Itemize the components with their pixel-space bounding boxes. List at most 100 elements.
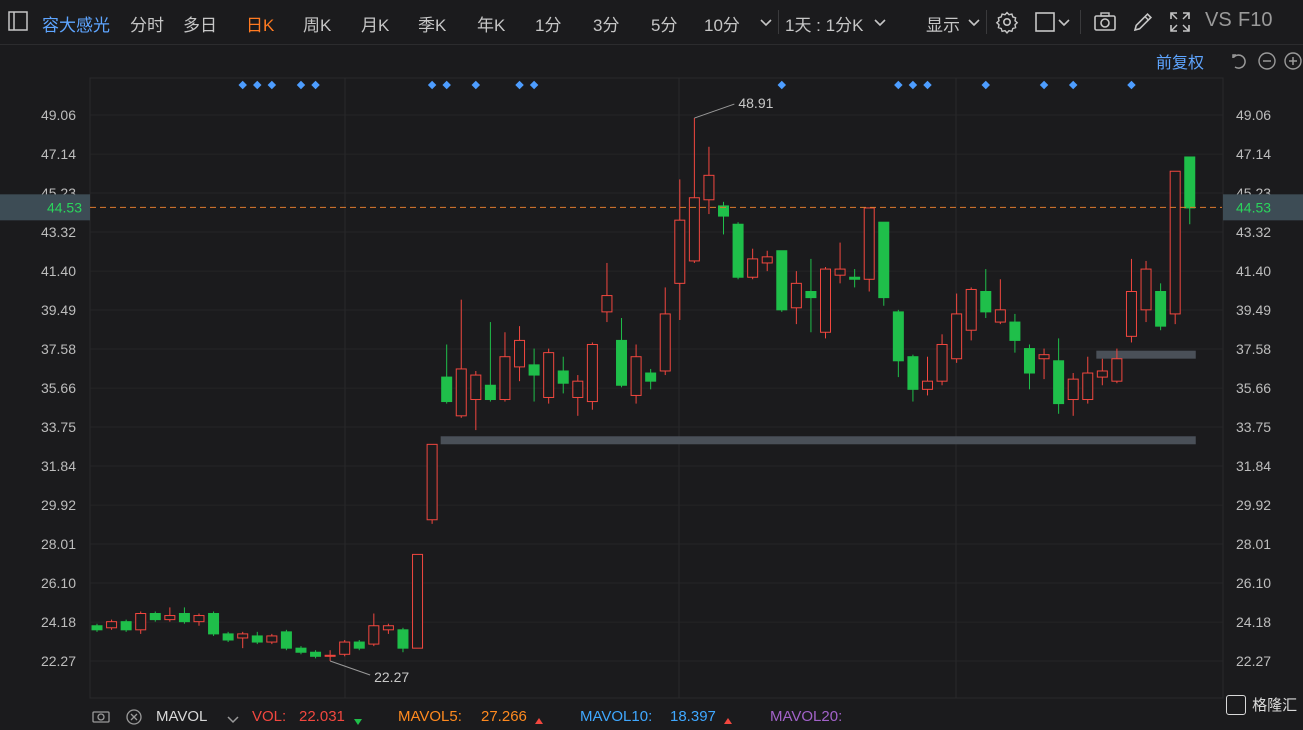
price-tick: 43.32 <box>1236 224 1271 240</box>
mavol5-label: MAVOL5: <box>398 708 462 725</box>
event-marker[interactable] <box>238 80 247 90</box>
display-menu[interactable]: 显示 <box>926 11 960 36</box>
candle <box>863 207 875 292</box>
tab-quarterly-k[interactable]: 季K <box>418 11 446 36</box>
undo-icon[interactable] <box>1229 51 1249 71</box>
event-marker[interactable] <box>777 80 787 90</box>
tab-intraday[interactable]: 分时 <box>130 11 164 36</box>
candle <box>790 271 802 325</box>
event-marker[interactable] <box>894 80 903 90</box>
chevron-down-icon[interactable] <box>1056 14 1072 30</box>
candle <box>1023 344 1035 390</box>
event-marker[interactable] <box>981 80 991 90</box>
candle <box>645 368 657 390</box>
tab-daily-k[interactable]: 日K <box>246 11 274 36</box>
chevron-down-icon[interactable] <box>758 14 774 30</box>
tab-yearly-k[interactable]: 年K <box>477 11 505 36</box>
tab-3min[interactable]: 3分 <box>593 11 619 36</box>
candle <box>936 334 948 386</box>
current-price-tag-left <box>0 194 90 221</box>
candle <box>994 279 1006 325</box>
event-marker[interactable] <box>1039 80 1049 90</box>
vol-label: VOL: <box>252 708 287 725</box>
vs-compare-button[interactable]: VS <box>1205 9 1232 32</box>
event-marker[interactable] <box>529 80 539 90</box>
candle <box>91 623 103 632</box>
price-tick: 37.58 <box>41 341 76 357</box>
camera-icon[interactable] <box>1093 10 1117 34</box>
price-tick: 41.40 <box>1236 263 1271 279</box>
high-label: 48.91 <box>738 95 773 111</box>
f10-button[interactable]: F10 <box>1238 9 1272 32</box>
checkbox-icon[interactable] <box>1034 10 1058 34</box>
price-tick: 29.92 <box>1236 497 1271 513</box>
candle <box>921 356 933 396</box>
tab-5min[interactable]: 5分 <box>651 11 677 36</box>
tab-weekly-k[interactable]: 周K <box>303 11 331 36</box>
interval-select[interactable]: 1天 : 1分K <box>785 11 863 36</box>
price-tick: 33.75 <box>41 419 76 435</box>
tab-monthly-k[interactable]: 月K <box>361 11 389 36</box>
price-tick: 49.06 <box>1236 107 1271 123</box>
close-icon[interactable] <box>126 709 142 729</box>
price-tick: 35.66 <box>1236 380 1271 396</box>
price-axis-left: 49.06 47.14 45.23 43.32 41.40 39.49 37.58 35.66… <box>41 107 76 669</box>
candle <box>718 201 730 235</box>
camera-icon[interactable] <box>92 709 110 727</box>
event-marker[interactable] <box>253 80 262 90</box>
tab-1min[interactable]: 1分 <box>535 11 561 36</box>
candle <box>1038 348 1050 380</box>
chevron-down-icon[interactable] <box>966 14 982 30</box>
price-tick: 45.23 <box>41 185 76 201</box>
event-marker[interactable] <box>296 80 306 90</box>
adjust-mode-button[interactable]: 前复权 <box>1156 49 1204 73</box>
candle <box>528 348 540 402</box>
mavol10-label: MAVOL10: <box>580 708 653 725</box>
pencil-icon[interactable] <box>1131 10 1155 34</box>
candle <box>106 619 118 630</box>
candle <box>776 250 788 312</box>
event-marker[interactable] <box>515 80 524 90</box>
current-price-tag-right <box>1223 194 1303 221</box>
event-marker[interactable] <box>471 80 481 90</box>
fullscreen-icon[interactable] <box>1168 10 1192 34</box>
volume-indicator-bar: MAVOL VOL: 22.031 MAVOL5: 27.266 MAVOL10… <box>0 700 1303 725</box>
candle <box>1125 258 1137 343</box>
candlestick-chart[interactable]: 49.06 47.14 45.23 43.32 41.40 39.49 37.58 35.66… <box>0 0 1303 723</box>
candle <box>761 250 773 272</box>
price-tick: 47.14 <box>41 146 76 162</box>
event-marker[interactable] <box>923 80 932 90</box>
price-tick: 41.40 <box>41 263 76 279</box>
candle <box>1082 356 1094 404</box>
candle <box>484 322 496 402</box>
stock-name[interactable]: 容大感光 <box>42 11 110 36</box>
event-marker[interactable] <box>311 80 320 90</box>
candle <box>980 269 992 318</box>
event-marker[interactable] <box>267 80 277 90</box>
tab-10min[interactable]: 10分 <box>704 11 740 36</box>
gear-icon[interactable] <box>995 10 1019 34</box>
indicator-name[interactable]: MAVOL <box>156 708 207 725</box>
candle <box>412 553 424 649</box>
event-marker[interactable] <box>1127 80 1136 90</box>
candle <box>120 619 132 632</box>
sidebar-toggle-icon[interactable] <box>8 11 28 31</box>
candle <box>397 627 409 653</box>
chevron-down-icon[interactable] <box>226 712 240 729</box>
candle <box>266 633 278 645</box>
plot-frame <box>89 77 1224 699</box>
candle <box>834 242 846 284</box>
price-tick: 24.18 <box>1236 614 1271 630</box>
tab-multi-day[interactable]: 多日 <box>183 11 217 36</box>
price-tick: 43.32 <box>41 224 76 240</box>
zoom-in-icon[interactable] <box>1283 51 1303 71</box>
chevron-down-icon[interactable] <box>872 14 888 30</box>
event-marker[interactable] <box>427 80 437 90</box>
event-marker[interactable] <box>1068 80 1078 90</box>
candle <box>324 650 336 661</box>
event-marker[interactable] <box>908 80 918 90</box>
zoom-out-icon[interactable] <box>1257 51 1277 71</box>
event-marker[interactable] <box>442 80 451 90</box>
candle <box>907 354 919 402</box>
candle <box>586 342 598 410</box>
